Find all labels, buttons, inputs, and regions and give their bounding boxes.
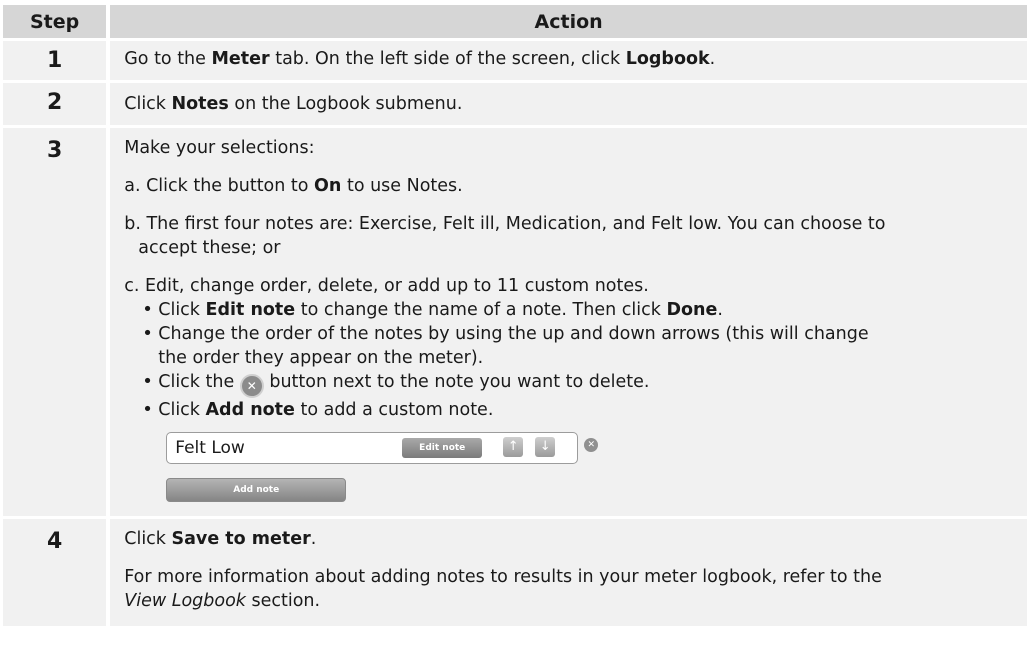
page: Step Action 1 Go to the Meter tab. On th… bbox=[0, 0, 1027, 668]
step-row-4: 4 Click Save to meter. For more informat… bbox=[3, 517, 1027, 629]
step-number-3: 3 bbox=[3, 126, 111, 519]
arrow-down-icon[interactable]: ↓ bbox=[535, 437, 556, 457]
option-b-line1: b. The first four notes are: Exercise, F… bbox=[124, 214, 886, 234]
step-action-4: Click Save to meter. For more informatio… bbox=[108, 517, 1027, 629]
delete-circle-icon: ✕ bbox=[239, 374, 264, 398]
step-row-1: 1 Go to the Meter tab. On the left side … bbox=[3, 39, 1027, 83]
selections-intro: Make your selections: bbox=[124, 138, 315, 158]
delete-note-icon[interactable]: ✕ bbox=[584, 438, 599, 452]
step-action-3: Make your selections: a. Click the butto… bbox=[108, 126, 1027, 519]
step-row-3: 3 Make your selections: a. Click the but… bbox=[3, 126, 1027, 519]
option-c-list: Click Edit note to change the name of a … bbox=[124, 298, 1027, 422]
list-item: Change the order of the notes by using t… bbox=[142, 322, 1027, 370]
option-b-line2: accept these; or bbox=[138, 238, 281, 258]
header-row: Step Action bbox=[3, 5, 1027, 41]
step-row-2: 2 Click Notes on the Logbook submenu. bbox=[3, 81, 1027, 128]
step-action-2: Click Notes on the Logbook submenu. bbox=[108, 81, 1027, 128]
step-number-4: 4 bbox=[3, 517, 111, 629]
arrow-up-icon[interactable]: ↑ bbox=[503, 437, 524, 457]
note-field[interactable]: Felt Low Edit note ↑ ↓ bbox=[166, 432, 579, 464]
list-item: Click Edit note to change the name of a … bbox=[142, 298, 1027, 322]
option-c: c. Edit, change order, delete, or add up… bbox=[124, 276, 649, 296]
action-header: Action bbox=[108, 5, 1027, 41]
step-number-1: 1 bbox=[3, 39, 111, 83]
edit-note-button[interactable]: Edit note bbox=[402, 438, 483, 458]
step-number-2: 2 bbox=[3, 81, 111, 128]
option-a: a. Click the button to On to use Notes. bbox=[124, 176, 463, 196]
step-header: Step bbox=[3, 5, 111, 41]
list-item: Click Add note to add a custom note. bbox=[142, 398, 1027, 422]
note-value: Felt Low bbox=[175, 438, 245, 458]
add-note-button[interactable]: Add note bbox=[166, 478, 347, 502]
step-action-1: Go to the Meter tab. On the left side of… bbox=[108, 39, 1027, 83]
steps-table: Step Action 1 Go to the Meter tab. On th… bbox=[3, 5, 1027, 629]
note-editor-illustration: Felt Low Edit note ↑ ↓ ✕ Add note bbox=[124, 432, 1027, 510]
list-item: Click the ✕ button next to the note you … bbox=[142, 370, 1027, 398]
